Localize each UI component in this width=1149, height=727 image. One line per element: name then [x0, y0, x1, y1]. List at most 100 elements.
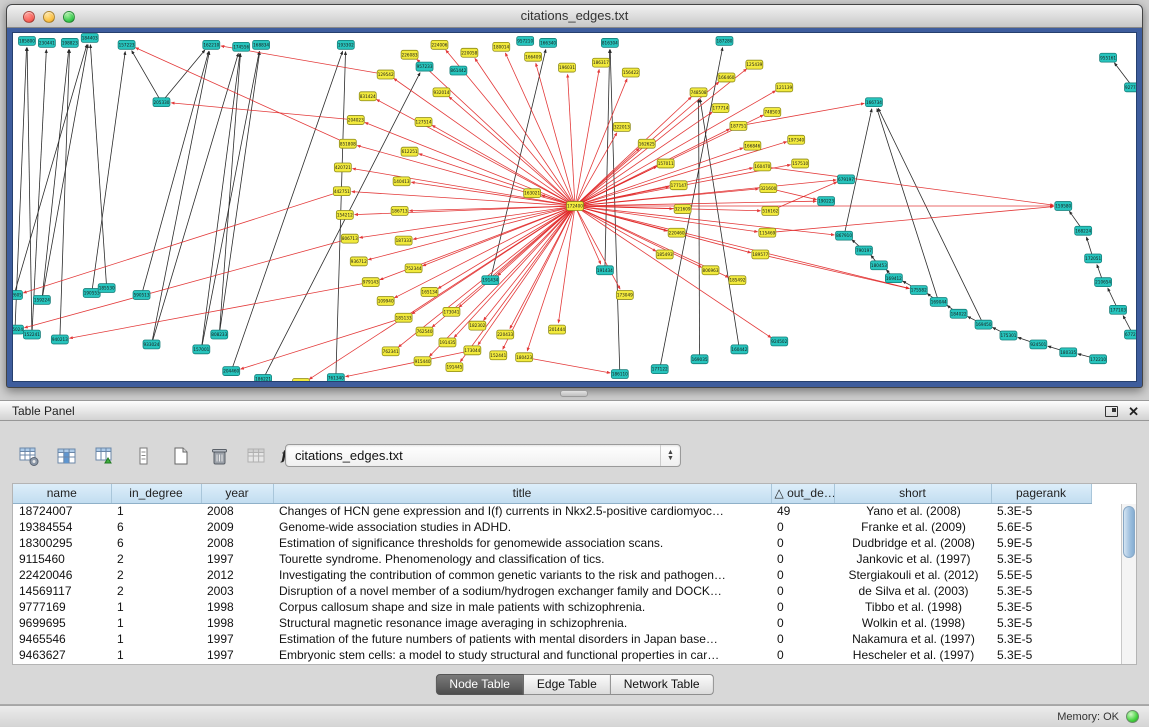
- graph-node[interactable]: 808233: [211, 330, 228, 339]
- graph-node[interactable]: 115024: [13, 325, 23, 334]
- graph-node[interactable]: 748508: [690, 88, 707, 97]
- graph-node[interactable]: 154212: [336, 210, 353, 219]
- graph-node[interactable]: 159224: [33, 295, 50, 304]
- graph-node[interactable]: 166846: [744, 141, 761, 150]
- graph-node[interactable]: 806963: [702, 266, 719, 275]
- graph-node[interactable]: 220460: [668, 228, 685, 237]
- graph-node[interactable]: 957210: [517, 36, 534, 45]
- graph-node[interactable]: 204460: [223, 367, 240, 376]
- table-row[interactable]: 1456911722003Disruption of a novel membe…: [13, 583, 1091, 599]
- graph-node[interactable]: 168224: [1075, 226, 1092, 235]
- table-row[interactable]: 969969511998Structural magnetic resonanc…: [13, 615, 1091, 631]
- graph-node[interactable]: 420721: [334, 163, 351, 172]
- graph-edge[interactable]: [152, 53, 239, 344]
- graph-node[interactable]: 189577: [752, 250, 769, 259]
- graph-edge[interactable]: [352, 192, 575, 206]
- graph-edge[interactable]: [536, 63, 575, 206]
- graph-edge[interactable]: [575, 79, 627, 206]
- graph-node[interactable]: 162210: [203, 40, 220, 49]
- graph-node[interactable]: 175301: [1000, 331, 1017, 340]
- graph-node[interactable]: 186221: [255, 375, 272, 381]
- graph-node[interactable]: 173049: [616, 291, 633, 300]
- table-row[interactable]: 1938455462009Genome-wide association stu…: [13, 519, 1091, 535]
- panel-split-handle[interactable]: [560, 390, 588, 397]
- graph-node[interactable]: 979143: [362, 278, 379, 287]
- graph-edge[interactable]: [575, 201, 816, 206]
- export-table-button[interactable]: [92, 442, 118, 470]
- table-row[interactable]: 1872400712008Changes of HCN gene express…: [13, 503, 1091, 519]
- graph-node[interactable]: 180453: [870, 261, 887, 270]
- graph-node[interactable]: 932014: [433, 88, 450, 97]
- graph-edge[interactable]: [201, 54, 240, 350]
- graph-node[interactable]: 220433: [497, 330, 514, 339]
- graph-node[interactable]: 173044: [464, 346, 481, 355]
- graph-node[interactable]: 205330: [153, 98, 170, 107]
- graph-node[interactable]: 198823: [61, 38, 78, 47]
- table-options-button[interactable]: [16, 442, 42, 470]
- graph-node[interactable]: 816304: [601, 38, 618, 47]
- graph-node[interactable]: 157011: [657, 159, 674, 168]
- graph-edge[interactable]: [568, 75, 575, 206]
- graph-node[interactable]: 169412: [885, 274, 902, 283]
- graph-node[interactable]: 187333: [395, 236, 412, 245]
- new-column-button[interactable]: [168, 442, 194, 470]
- graph-node[interactable]: 252605: [13, 291, 22, 300]
- graph-node[interactable]: 851808: [339, 139, 356, 148]
- graph-node[interactable]: 806713: [341, 234, 358, 243]
- graph-edge[interactable]: [152, 52, 210, 345]
- graph-node[interactable]: 915440: [414, 357, 431, 366]
- table-row[interactable]: 911546021997Tourette syndrome. Phenomeno…: [13, 551, 1091, 567]
- zoom-window-button[interactable]: [63, 11, 75, 23]
- graph-node[interactable]: 166734: [865, 98, 882, 107]
- graph-node[interactable]: 226083: [401, 50, 418, 59]
- graph-node[interactable]: 220058: [461, 48, 478, 57]
- graph-edge[interactable]: [15, 48, 27, 330]
- graph-edge[interactable]: [738, 103, 864, 126]
- row-list-button[interactable]: [130, 442, 156, 470]
- column-header[interactable]: △ out_de…: [771, 484, 834, 503]
- minimize-window-button[interactable]: [43, 11, 55, 23]
- graph-node[interactable]: 180335: [1060, 348, 1077, 357]
- graph-node[interactable]: 957233: [416, 62, 433, 71]
- graph-node[interactable]: 185492: [729, 276, 746, 285]
- column-header[interactable]: title: [273, 484, 771, 503]
- graph-node[interactable]: 177103: [1110, 305, 1127, 314]
- tab-edge-table[interactable]: Edge Table: [524, 674, 611, 695]
- graph-node[interactable]: 191435: [439, 338, 456, 347]
- graph-node[interactable]: 152241: [23, 330, 40, 339]
- graph-node[interactable]: 115469: [759, 228, 776, 237]
- graph-edge[interactable]: [413, 206, 575, 239]
- graph-edge[interactable]: [575, 206, 834, 235]
- window-titlebar[interactable]: citations_edges.txt: [7, 5, 1142, 28]
- graph-node[interactable]: 940213: [51, 335, 68, 344]
- graph-edge[interactable]: [219, 54, 240, 335]
- graph-node[interactable]: 182302: [469, 321, 486, 330]
- column-header[interactable]: in_degree: [111, 484, 201, 503]
- close-panel-icon[interactable]: ✕: [1128, 405, 1139, 418]
- graph-node[interactable]: 177714: [712, 104, 729, 113]
- graph-edge[interactable]: [575, 69, 747, 206]
- graph-edge[interactable]: [605, 50, 610, 270]
- graph-edge[interactable]: [844, 109, 872, 236]
- column-header[interactable]: short: [834, 484, 991, 503]
- graph-node[interactable]: 186713: [391, 207, 408, 216]
- close-window-button[interactable]: [23, 11, 35, 23]
- graph-node[interactable]: 168834: [253, 40, 270, 49]
- graph-edge[interactable]: [241, 318, 404, 369]
- table-row[interactable]: 1830029562008Estimation of significance …: [13, 535, 1091, 551]
- graph-node[interactable]: 169044: [930, 297, 947, 306]
- graph-node[interactable]: 180423: [516, 353, 533, 362]
- graph-node[interactable]: 321600: [760, 184, 777, 193]
- graph-node[interactable]: 867910: [836, 231, 853, 240]
- graph-node[interactable]: 230441: [38, 38, 55, 47]
- graph-node[interactable]: 166409: [525, 52, 542, 61]
- graph-node[interactable]: 173041: [443, 307, 460, 316]
- graph-node[interactable]: 762540: [416, 327, 433, 336]
- graph-node[interactable]: 127514: [415, 118, 432, 127]
- graph-edge[interactable]: [411, 182, 575, 206]
- graph-edge[interactable]: [90, 45, 106, 288]
- graph-node[interactable]: 936712: [350, 257, 367, 266]
- graph-edge[interactable]: [524, 357, 610, 373]
- tab-network-table[interactable]: Network Table: [611, 674, 714, 695]
- graph-node[interactable]: 933024: [143, 340, 160, 349]
